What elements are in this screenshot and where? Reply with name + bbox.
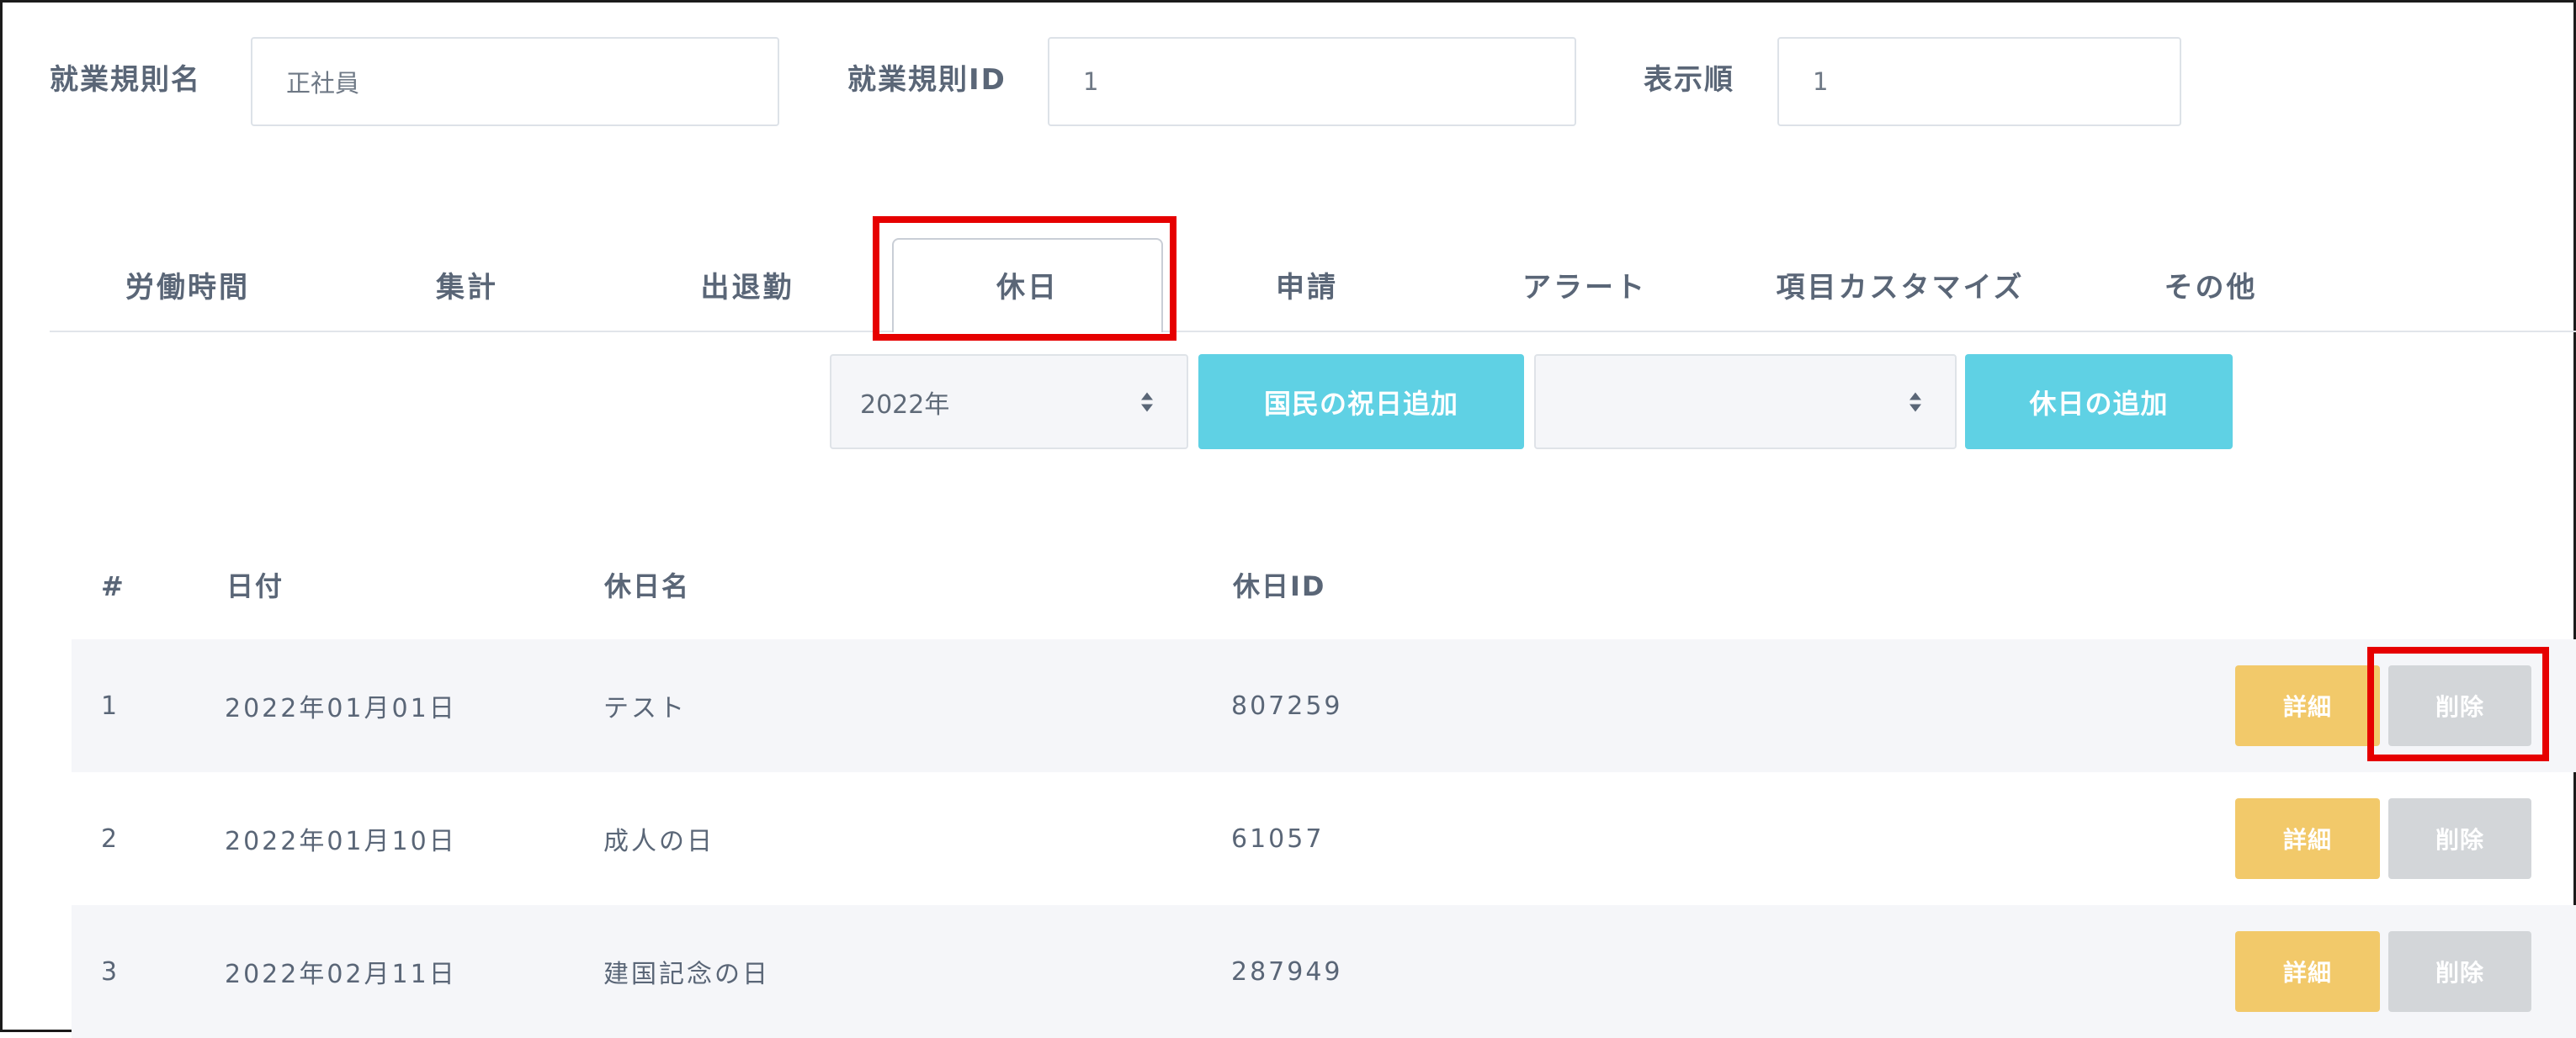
tab-divider [50,331,2576,332]
row-date: 2022年01月01日 [225,694,457,723]
rule-name-label: 就業規則名 [50,63,201,97]
row-id: 807259 [1231,691,1343,721]
select-arrows-icon [1141,392,1153,411]
tab-holiday-highlight [873,216,1176,341]
delete-button[interactable]: 削除 [2388,931,2531,1012]
select-arrows-icon [1909,392,1921,411]
tab-application[interactable]: 申請 [1189,238,1425,331]
rule-id-input[interactable]: 1 [1048,37,1576,126]
tab-alert[interactable]: アラート [1467,238,1702,331]
row-name: 建国記念の日 [603,960,770,989]
col-header-id: 休日ID [1233,570,1326,602]
row-date: 2022年01月10日 [225,827,457,856]
table-row: 2 2022年01月10日 成人の日 61057 詳細 削除 [72,772,2576,905]
table-row: 1 2022年01月01日 テスト 807259 詳細 削除 [72,639,2576,772]
row-id: 287949 [1231,956,1343,987]
delete-button-highlight [2367,647,2549,761]
holiday-select[interactable] [1534,354,1957,449]
detail-button[interactable]: 詳細 [2235,665,2380,746]
col-header-index: # [101,570,125,602]
display-order-input[interactable]: 1 [1777,37,2181,126]
rule-name-input[interactable]: 正社員 [251,37,779,126]
tab-aggregation[interactable]: 集計 [349,238,585,331]
add-holiday-button[interactable]: 休日の追加 [1965,354,2233,449]
rule-id-label: 就業規則ID [847,63,1006,97]
tab-working-hours[interactable]: 労働時間 [70,238,305,331]
row-date: 2022年02月11日 [225,960,457,989]
detail-button[interactable]: 詳細 [2235,798,2380,879]
delete-button[interactable]: 削除 [2388,798,2531,879]
row-index: 2 [101,824,120,854]
col-header-date: 日付 [226,570,284,602]
row-name: テスト [603,694,687,723]
table-row: 3 2022年02月11日 建国記念の日 287949 詳細 削除 [72,905,2576,1038]
tab-item-customize[interactable]: 項目カスタマイズ [1745,238,2056,331]
row-name: 成人の日 [603,827,714,856]
row-index: 1 [101,691,120,721]
detail-button[interactable]: 詳細 [2235,931,2380,1012]
year-select[interactable]: 2022年 [830,354,1188,449]
display-order-label: 表示順 [1644,63,1734,97]
add-national-holidays-button[interactable]: 国民の祝日追加 [1198,354,1524,449]
tab-other[interactable]: その他 [2093,238,2329,331]
year-select-value: 2022年 [860,389,950,420]
row-id: 61057 [1231,824,1325,854]
col-header-name: 休日名 [604,570,691,602]
row-index: 3 [101,956,120,987]
tab-attendance[interactable]: 出退勤 [629,238,865,331]
